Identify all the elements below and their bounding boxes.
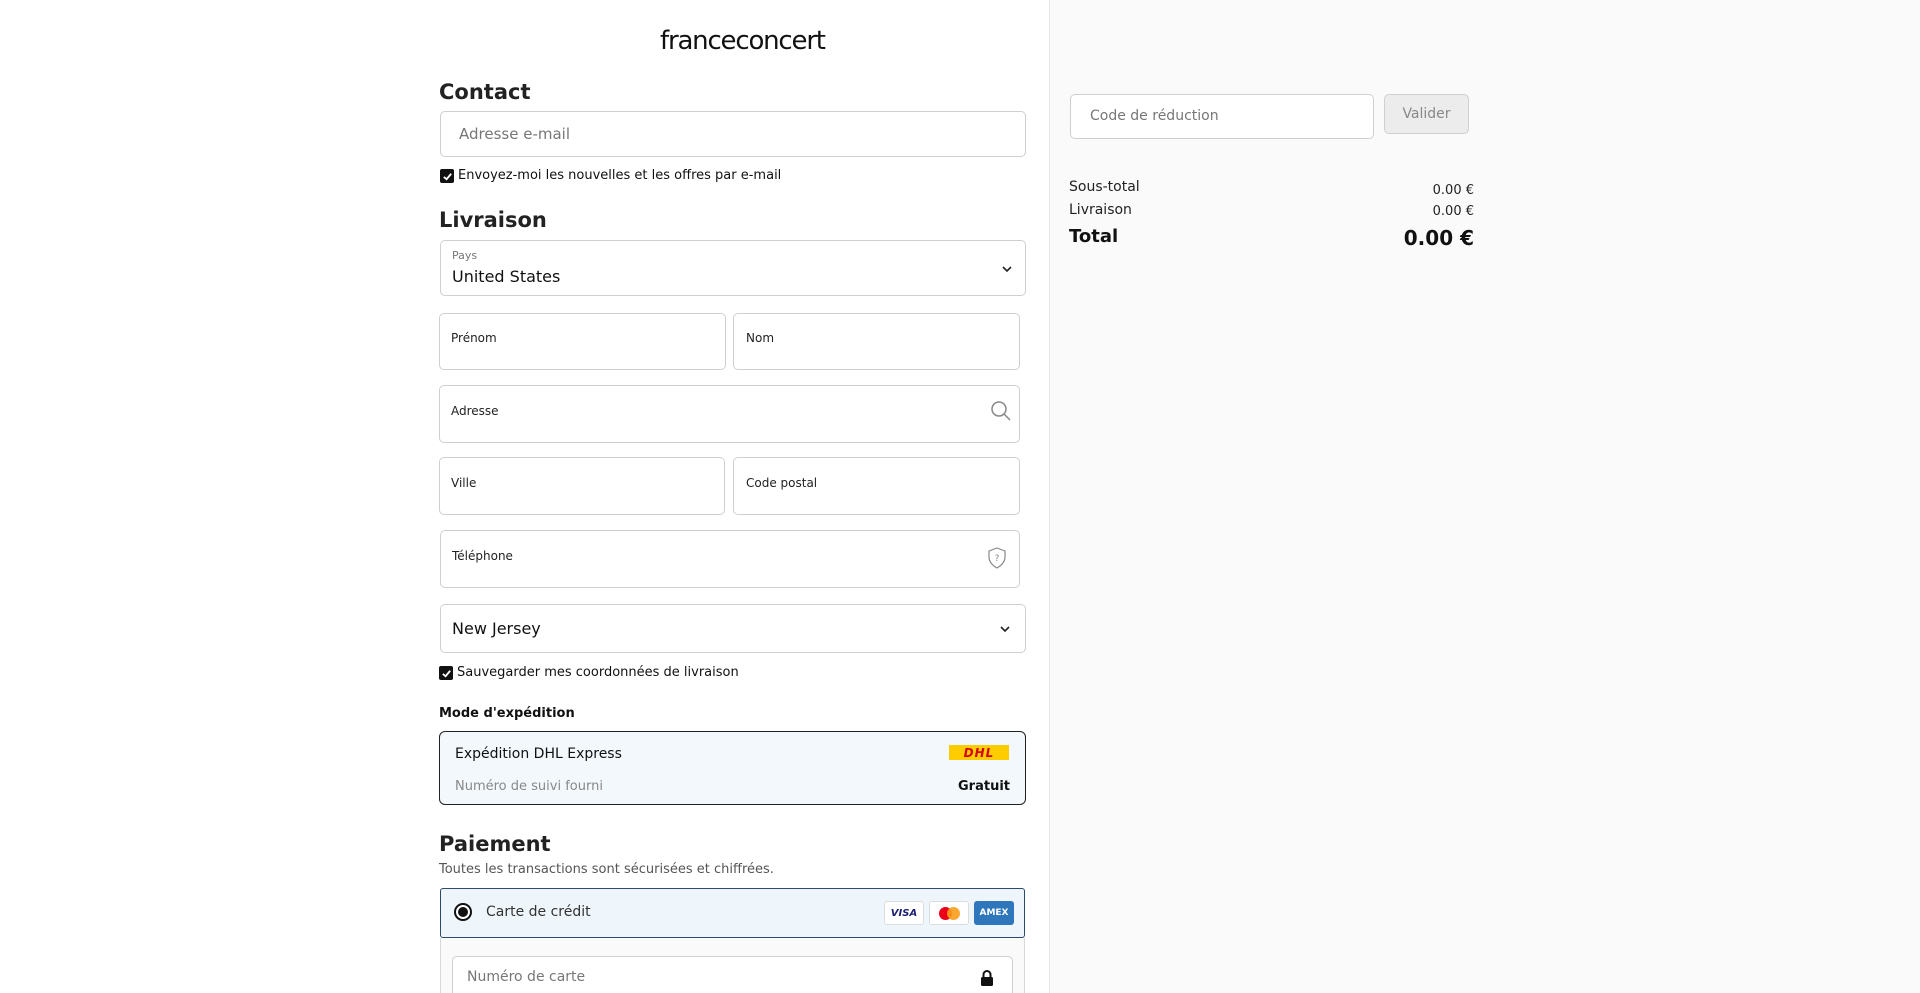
- state-value: New Jersey: [452, 619, 541, 638]
- credit-card-radio[interactable]: [454, 903, 472, 921]
- subtotal-value: 0.00 €: [1432, 183, 1474, 198]
- email-field[interactable]: Adresse e-mail: [440, 111, 1026, 157]
- card-fields-container: Numéro de carte: [440, 938, 1025, 993]
- country-select[interactable]: Pays United States: [440, 240, 1026, 296]
- card-number-placeholder: Numéro de carte: [467, 969, 586, 985]
- email-placeholder: Adresse e-mail: [459, 125, 570, 143]
- shipping-method-name: Expédition DHL Express: [455, 746, 622, 762]
- dhl-logo-icon: DHL: [949, 745, 1009, 760]
- check-icon: [442, 172, 452, 181]
- dhl-logo-text: DHL: [963, 745, 995, 760]
- shipping-cost-label: Livraison: [1069, 202, 1132, 218]
- shipping-method-heading: Mode d'expédition: [439, 706, 575, 721]
- shipping-cost-value: 0.00 €: [1432, 204, 1474, 219]
- svg-text:?: ?: [995, 554, 1000, 564]
- newsletter-label: Envoyez-moi les nouvelles et les offres …: [458, 168, 782, 183]
- brand-logo[interactable]: franceconcert: [660, 26, 826, 56]
- check-icon: [441, 669, 451, 678]
- total-value: 0.00 €: [1403, 226, 1474, 250]
- city-field[interactable]: Ville: [439, 457, 725, 515]
- order-summary-panel: [1049, 0, 1920, 993]
- chevron-down-icon: [1002, 266, 1012, 273]
- shipping-option-dhl[interactable]: Expédition DHL Express DHL Numéro de sui…: [439, 731, 1026, 805]
- delivery-heading: Livraison: [439, 208, 547, 232]
- card-number-field[interactable]: Numéro de carte: [452, 956, 1013, 993]
- last-name-field[interactable]: Nom: [733, 313, 1020, 370]
- checkout-page: franceconcert Contact Adresse e-mail Env…: [0, 0, 1920, 993]
- subtotal-label: Sous-total: [1069, 179, 1140, 195]
- radio-selected-dot: [458, 907, 468, 917]
- lock-icon: [981, 970, 993, 986]
- country-value: United States: [452, 267, 561, 286]
- first-name-label: Prénom: [451, 331, 497, 345]
- help-shield-icon[interactable]: ?: [987, 547, 1007, 569]
- first-name-field[interactable]: Prénom: [439, 313, 726, 370]
- postal-code-label: Code postal: [746, 476, 818, 490]
- total-label: Total: [1069, 226, 1119, 247]
- discount-code-field[interactable]: Code de réduction: [1070, 94, 1374, 139]
- mastercard-circle-orange: [947, 907, 960, 920]
- contact-heading: Contact: [439, 80, 531, 104]
- country-label: Pays: [452, 249, 478, 262]
- address-field[interactable]: Adresse: [439, 385, 1020, 443]
- payment-option-credit-card[interactable]: Carte de crédit VISA AMEX: [440, 888, 1025, 938]
- address-label: Adresse: [451, 404, 499, 418]
- last-name-label: Nom: [746, 331, 775, 345]
- city-label: Ville: [451, 476, 477, 490]
- save-info-label: Sauvegarder mes coordonnées de livraison: [457, 665, 739, 680]
- shipping-method-sub: Numéro de suivi fourni: [455, 779, 603, 794]
- amex-icon: AMEX: [974, 901, 1014, 925]
- mastercard-icon: [929, 901, 969, 925]
- search-icon: [991, 401, 1011, 421]
- chevron-down-icon: [1000, 626, 1010, 633]
- shipping-price: Gratuit: [958, 779, 1010, 794]
- phone-label: Téléphone: [452, 549, 513, 563]
- credit-card-label: Carte de crédit: [486, 904, 591, 920]
- payment-heading: Paiement: [439, 832, 551, 856]
- visa-icon: VISA: [884, 901, 924, 925]
- discount-code-placeholder: Code de réduction: [1090, 108, 1219, 124]
- postal-code-field[interactable]: Code postal: [733, 457, 1020, 515]
- apply-discount-button[interactable]: Valider: [1384, 94, 1469, 134]
- payment-subtitle: Toutes les transactions sont sécurisées …: [439, 862, 774, 877]
- phone-field[interactable]: Téléphone ?: [440, 530, 1020, 588]
- save-info-checkbox[interactable]: [439, 666, 453, 680]
- state-select[interactable]: New Jersey: [440, 604, 1026, 653]
- newsletter-checkbox[interactable]: [440, 169, 454, 183]
